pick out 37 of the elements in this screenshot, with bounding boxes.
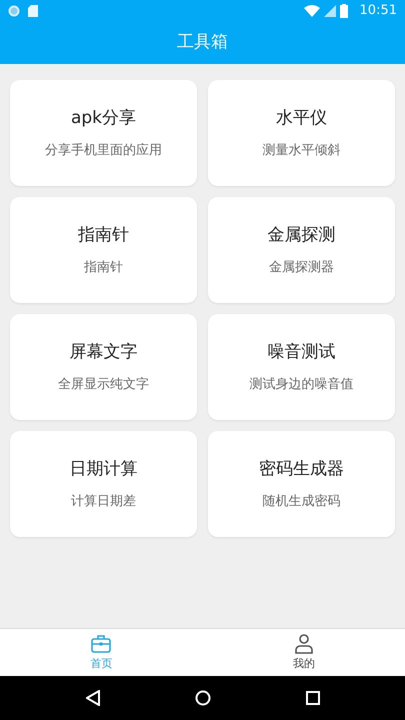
toolbox-icon [90, 632, 112, 655]
recent-apps-icon[interactable] [306, 691, 320, 705]
back-icon[interactable] [86, 690, 100, 706]
tool-title: 指南针 [78, 224, 129, 246]
bottom-tab[interactable]: 我的 [202, 629, 405, 676]
tool-title: 金属探测 [268, 224, 336, 246]
tool-title: 噪音测试 [268, 340, 336, 364]
tool-title: 密码生成器 [259, 458, 344, 480]
tool-description: 分享手机里面的应用 [45, 142, 162, 160]
clock-time: 10:51 [360, 2, 397, 20]
home-icon[interactable] [194, 690, 210, 706]
tool-description: 随机生成密码 [262, 493, 340, 511]
tool-card[interactable]: 日期计算 计算日期差 [10, 431, 197, 537]
tool-card[interactable]: apk分享 分享手机里面的应用 [10, 80, 197, 186]
person-icon [292, 632, 315, 655]
tool-card[interactable]: 指南针 指南针 [10, 197, 197, 303]
signal-icon [324, 5, 336, 17]
notification-icon [8, 5, 20, 17]
battery-icon [340, 4, 348, 18]
tool-title: 日期计算 [70, 458, 138, 480]
tool-description: 测量水平倾斜 [262, 142, 340, 160]
tool-description: 计算日期差 [71, 493, 136, 511]
tool-description: 金属探测器 [269, 259, 334, 277]
tool-card[interactable]: 金属探测 金属探测器 [208, 197, 395, 303]
tool-description: 全屏显示纯文字 [58, 376, 149, 394]
tool-description: 指南针 [84, 259, 123, 277]
tool-title: apk分享 [70, 106, 136, 130]
app-bar-title: 工具箱 [177, 31, 228, 54]
tool-card[interactable]: 水平仪 测量水平倾斜 [208, 80, 395, 186]
tool-title: 水平仪 [276, 106, 327, 130]
tool-card[interactable]: 密码生成器 随机生成密码 [208, 431, 395, 537]
tool-description: 测试身边的噪音值 [250, 376, 354, 394]
wifi-icon [304, 5, 320, 17]
tool-card[interactable]: 噪音测试 测试身边的噪音值 [208, 314, 395, 420]
tool-card[interactable]: 屏幕文字 全屏显示纯文字 [10, 314, 197, 420]
sd-card-icon [28, 5, 38, 17]
tool-title: 屏幕文字 [70, 340, 138, 364]
